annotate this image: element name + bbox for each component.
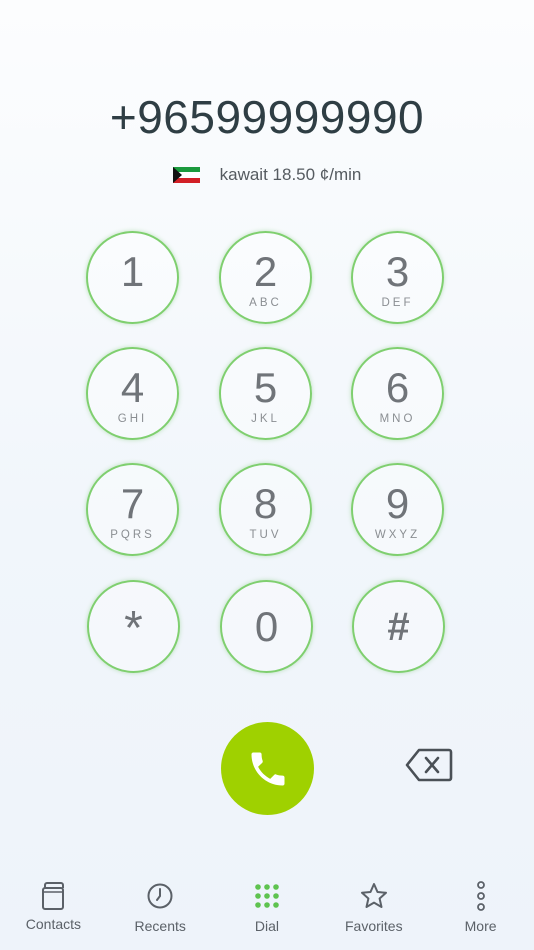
key-0[interactable]: 0 xyxy=(220,580,313,673)
tab-dial[interactable]: Dial xyxy=(214,868,321,950)
key-letters: MNO xyxy=(379,413,416,425)
key-letters: GHI xyxy=(117,413,148,425)
book-icon xyxy=(42,882,65,910)
key-digit: 4 xyxy=(120,364,145,411)
key-letters: TUV xyxy=(249,529,282,541)
tab-label: Recents xyxy=(134,918,186,934)
key-letters: ABC xyxy=(249,297,282,309)
tab-favorites[interactable]: Favorites xyxy=(320,868,427,950)
key-3[interactable]: 3 DEF xyxy=(351,231,444,324)
dialed-number[interactable]: +96599999990 xyxy=(0,90,534,144)
clock-icon xyxy=(147,883,173,909)
key-hash[interactable]: # xyxy=(352,580,445,673)
rate-text: kawait 18.50 ¢/min xyxy=(219,165,362,184)
key-digit: 7 xyxy=(120,480,145,527)
key-digit: 0 xyxy=(254,603,279,650)
key-9[interactable]: 9 WXYZ xyxy=(351,463,444,556)
key-8[interactable]: 8 TUV xyxy=(219,463,312,556)
key-digit: 3 xyxy=(385,248,410,295)
star-icon xyxy=(360,883,387,908)
key-letters: DEF xyxy=(381,297,414,309)
key-star[interactable]: * xyxy=(87,580,180,673)
key-5[interactable]: 5 JKL xyxy=(219,347,312,440)
tab-label: More xyxy=(464,918,497,934)
dialpad-icon xyxy=(255,884,279,908)
key-digit: 6 xyxy=(385,364,410,411)
key-1[interactable]: 1 xyxy=(86,231,179,324)
key-letters: WXYZ xyxy=(374,529,421,541)
phone-icon xyxy=(251,752,284,785)
key-4[interactable]: 4 GHI xyxy=(86,347,179,440)
tab-label: Contacts xyxy=(25,916,82,932)
call-rate-info: kawait 18.50 ¢/min xyxy=(0,165,534,185)
key-digit: * xyxy=(124,602,143,655)
key-letters: PQRS xyxy=(110,529,155,541)
backspace-icon xyxy=(405,748,453,782)
key-digit: 8 xyxy=(253,480,278,527)
tab-contacts[interactable]: Contacts xyxy=(0,868,107,950)
more-icon xyxy=(476,881,485,911)
key-6[interactable]: 6 MNO xyxy=(351,347,444,440)
tab-more[interactable]: More xyxy=(427,868,534,950)
key-digit: # xyxy=(387,605,410,649)
kuwait-flag-icon xyxy=(172,166,200,184)
tab-recents[interactable]: Recents xyxy=(107,868,214,950)
key-digit: 5 xyxy=(253,364,278,411)
tab-label: Dial xyxy=(254,918,280,934)
key-digit: 1 xyxy=(120,248,145,295)
bottom-tab-bar: Contacts Recents Dial Favorites More xyxy=(0,868,534,950)
call-button[interactable] xyxy=(221,722,314,815)
key-7[interactable]: 7 PQRS xyxy=(86,463,179,556)
tab-label: Favorites xyxy=(345,918,403,934)
key-digit: 9 xyxy=(385,480,410,527)
backspace-button[interactable] xyxy=(405,748,453,782)
key-letters: JKL xyxy=(251,413,280,425)
key-digit: 2 xyxy=(253,248,278,295)
key-2[interactable]: 2 ABC xyxy=(219,231,312,324)
